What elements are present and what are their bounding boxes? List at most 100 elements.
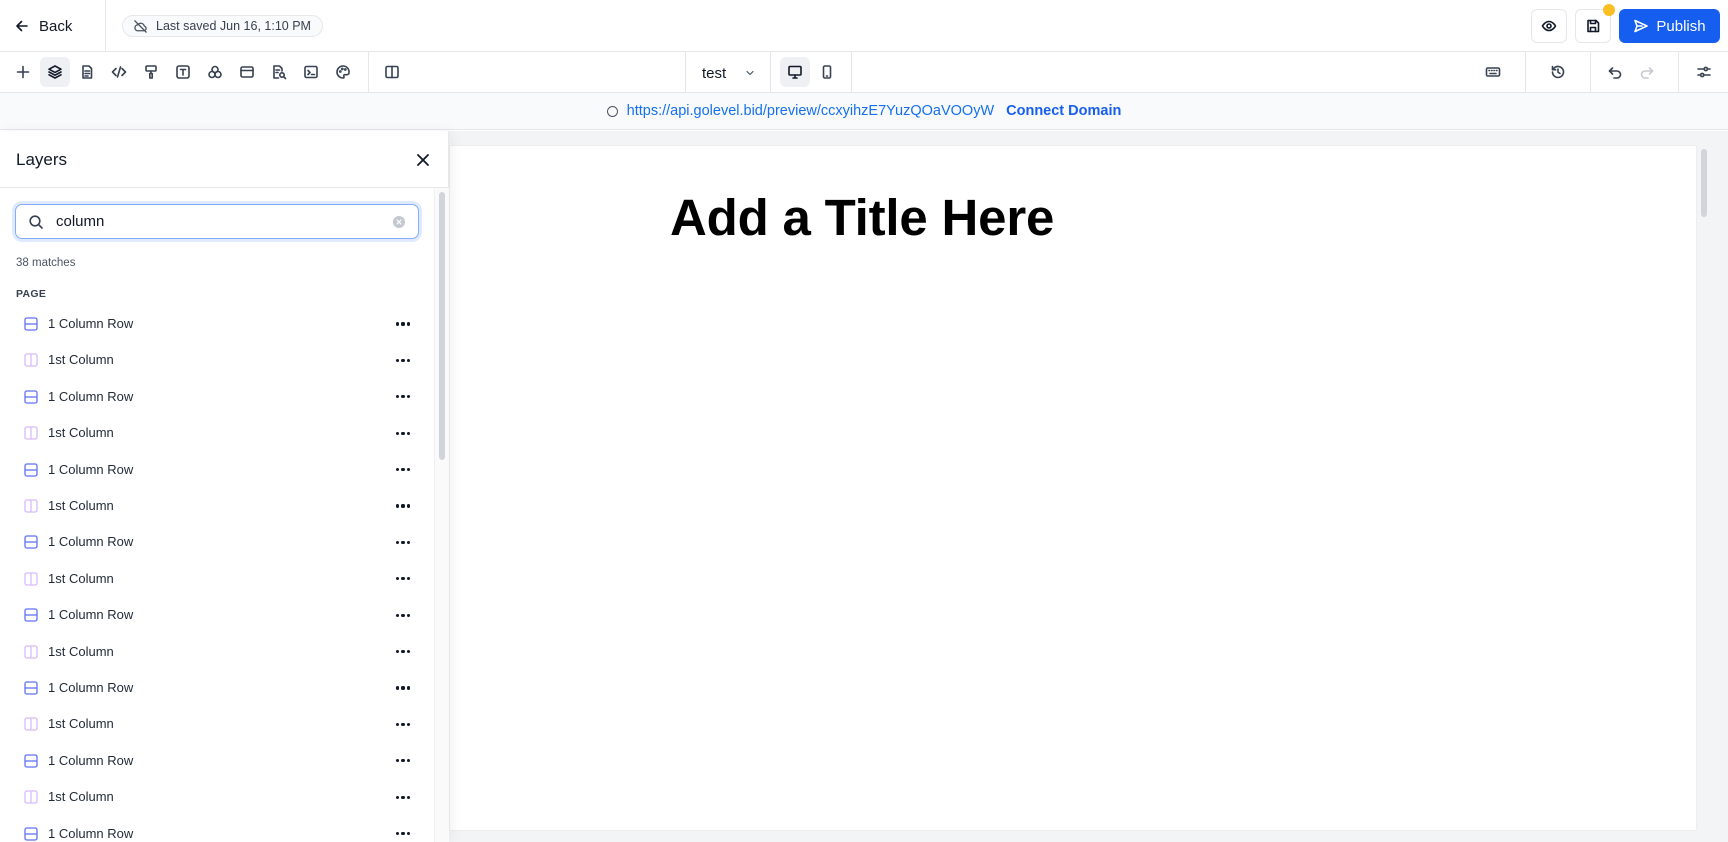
smartphone-icon — [822, 65, 832, 79]
add-element-button[interactable] — [8, 57, 38, 87]
column-layout-icon — [24, 499, 38, 513]
layer-item[interactable]: 1st Column — [0, 415, 434, 451]
layer-search-input[interactable] — [56, 211, 396, 232]
preview-button[interactable] — [1531, 9, 1567, 43]
desktop-view-button[interactable] — [780, 57, 810, 87]
text-button[interactable] — [168, 57, 198, 87]
layer-item[interactable]: 1st Column — [0, 488, 434, 524]
layer-item[interactable]: 1st Column — [0, 706, 434, 742]
layers-button[interactable] — [40, 57, 70, 87]
layer-item-label: 1st Column — [48, 352, 114, 368]
layer-item[interactable]: 1 Column Row — [0, 597, 434, 633]
palette-icon — [336, 65, 350, 79]
history-icon — [1551, 65, 1565, 79]
search-icon — [29, 215, 43, 229]
components-button[interactable] — [200, 57, 230, 87]
top-bar: Back Last saved Jun 16, 1:10 PM Publish — [0, 0, 1728, 52]
layer-item[interactable]: 1 Column Row — [0, 743, 434, 779]
theme-button[interactable] — [328, 57, 358, 87]
layer-item[interactable]: 1 Column Row — [0, 452, 434, 488]
sliders-icon — [1697, 66, 1711, 78]
layer-item[interactable]: 1 Column Row — [0, 524, 434, 560]
monitor-icon — [788, 65, 802, 79]
layer-item-label: 1st Column — [48, 498, 114, 513]
row-layout-icon — [24, 462, 38, 477]
layer-item-label: 1 Column Row — [48, 607, 134, 623]
eye-icon — [1541, 20, 1557, 32]
row-layout-icon — [24, 826, 38, 841]
layer-item-label: 1 Column Row — [48, 534, 134, 550]
layer-item[interactable]: 1 Column Row — [0, 379, 434, 415]
divider — [1678, 52, 1679, 93]
styles-button[interactable] — [136, 57, 166, 87]
undo-button[interactable] — [1600, 57, 1630, 87]
layer-more-button[interactable] — [393, 314, 413, 334]
layer-more-button[interactable] — [393, 387, 413, 407]
layer-more-button[interactable] — [393, 532, 413, 552]
panel-scrollbar[interactable] — [439, 192, 445, 460]
more-horizontal-icon — [395, 832, 411, 836]
split-view-button[interactable] — [377, 57, 407, 87]
layer-more-button[interactable] — [393, 496, 413, 516]
connect-domain-link[interactable]: Connect Domain — [1006, 103, 1121, 119]
layer-item[interactable]: 1st Column — [0, 634, 434, 670]
keyboard-shortcuts-button[interactable] — [1478, 57, 1508, 87]
layer-more-button[interactable] — [393, 569, 413, 589]
clear-search-button[interactable] — [393, 216, 405, 228]
layer-more-button[interactable] — [393, 787, 413, 807]
more-horizontal-icon — [395, 540, 411, 544]
mobile-view-button[interactable] — [812, 57, 842, 87]
layer-item-label: 1 Column Row — [48, 388, 134, 404]
layer-item[interactable]: 1 Column Row — [0, 670, 434, 706]
publish-label: Publish — [1656, 17, 1706, 35]
layer-item-label: 1 Column Row — [48, 461, 134, 477]
save-icon — [1587, 19, 1600, 33]
page-select[interactable]: test — [686, 59, 764, 87]
publish-button[interactable]: Publish — [1619, 9, 1720, 43]
back-button[interactable]: Back — [14, 14, 72, 38]
column-layout-icon — [24, 426, 38, 440]
row-layout-icon — [24, 317, 38, 331]
layer-more-button[interactable] — [393, 824, 413, 842]
custom-code-button[interactable] — [104, 57, 134, 87]
layer-more-button[interactable] — [393, 460, 413, 480]
layer-item[interactable]: 1st Column — [0, 779, 434, 815]
document-icon — [82, 65, 93, 79]
layer-more-button[interactable] — [393, 423, 413, 443]
close-layers-button[interactable] — [412, 149, 434, 171]
layer-item[interactable]: 1 Column Row — [0, 306, 434, 342]
chevron-down-icon — [746, 70, 754, 76]
layer-item[interactable]: 1st Column — [0, 342, 434, 378]
unsaved-indicator — [1603, 4, 1615, 16]
layer-more-button[interactable] — [393, 605, 413, 625]
pages-button[interactable] — [72, 57, 102, 87]
redo-button[interactable] — [1632, 57, 1662, 87]
page-title-heading[interactable]: Add a Title Here — [670, 188, 1054, 247]
scripts-button[interactable] — [296, 57, 326, 87]
layer-more-button[interactable] — [393, 642, 413, 662]
layer-more-button[interactable] — [393, 714, 413, 734]
more-horizontal-icon — [395, 722, 411, 726]
layers-icon — [48, 65, 62, 79]
seo-button[interactable] — [264, 57, 294, 87]
layer-item[interactable]: 1 Column Row — [0, 816, 434, 842]
layer-more-button[interactable] — [393, 678, 413, 698]
more-horizontal-icon — [395, 759, 411, 763]
column-layout-icon — [24, 717, 38, 732]
more-horizontal-icon — [395, 322, 411, 326]
page-canvas[interactable] — [450, 146, 1696, 830]
divider — [851, 52, 852, 93]
version-history-button[interactable] — [1543, 57, 1573, 87]
preview-url-link[interactable]: https://api.golevel.bid/preview/ccxyihzE… — [627, 103, 995, 119]
column-layout-icon — [24, 644, 38, 659]
layer-item-label: 1st Column — [48, 425, 114, 441]
canvas-scrollbar[interactable] — [1701, 149, 1707, 217]
layer-more-button[interactable] — [393, 751, 413, 771]
settings-button[interactable] — [1689, 57, 1719, 87]
divider — [368, 52, 369, 93]
layer-more-button[interactable] — [393, 350, 413, 370]
layer-item[interactable]: 1st Column — [0, 561, 434, 597]
redo-icon — [1640, 67, 1654, 79]
media-button[interactable] — [232, 57, 262, 87]
more-horizontal-icon — [395, 358, 411, 362]
